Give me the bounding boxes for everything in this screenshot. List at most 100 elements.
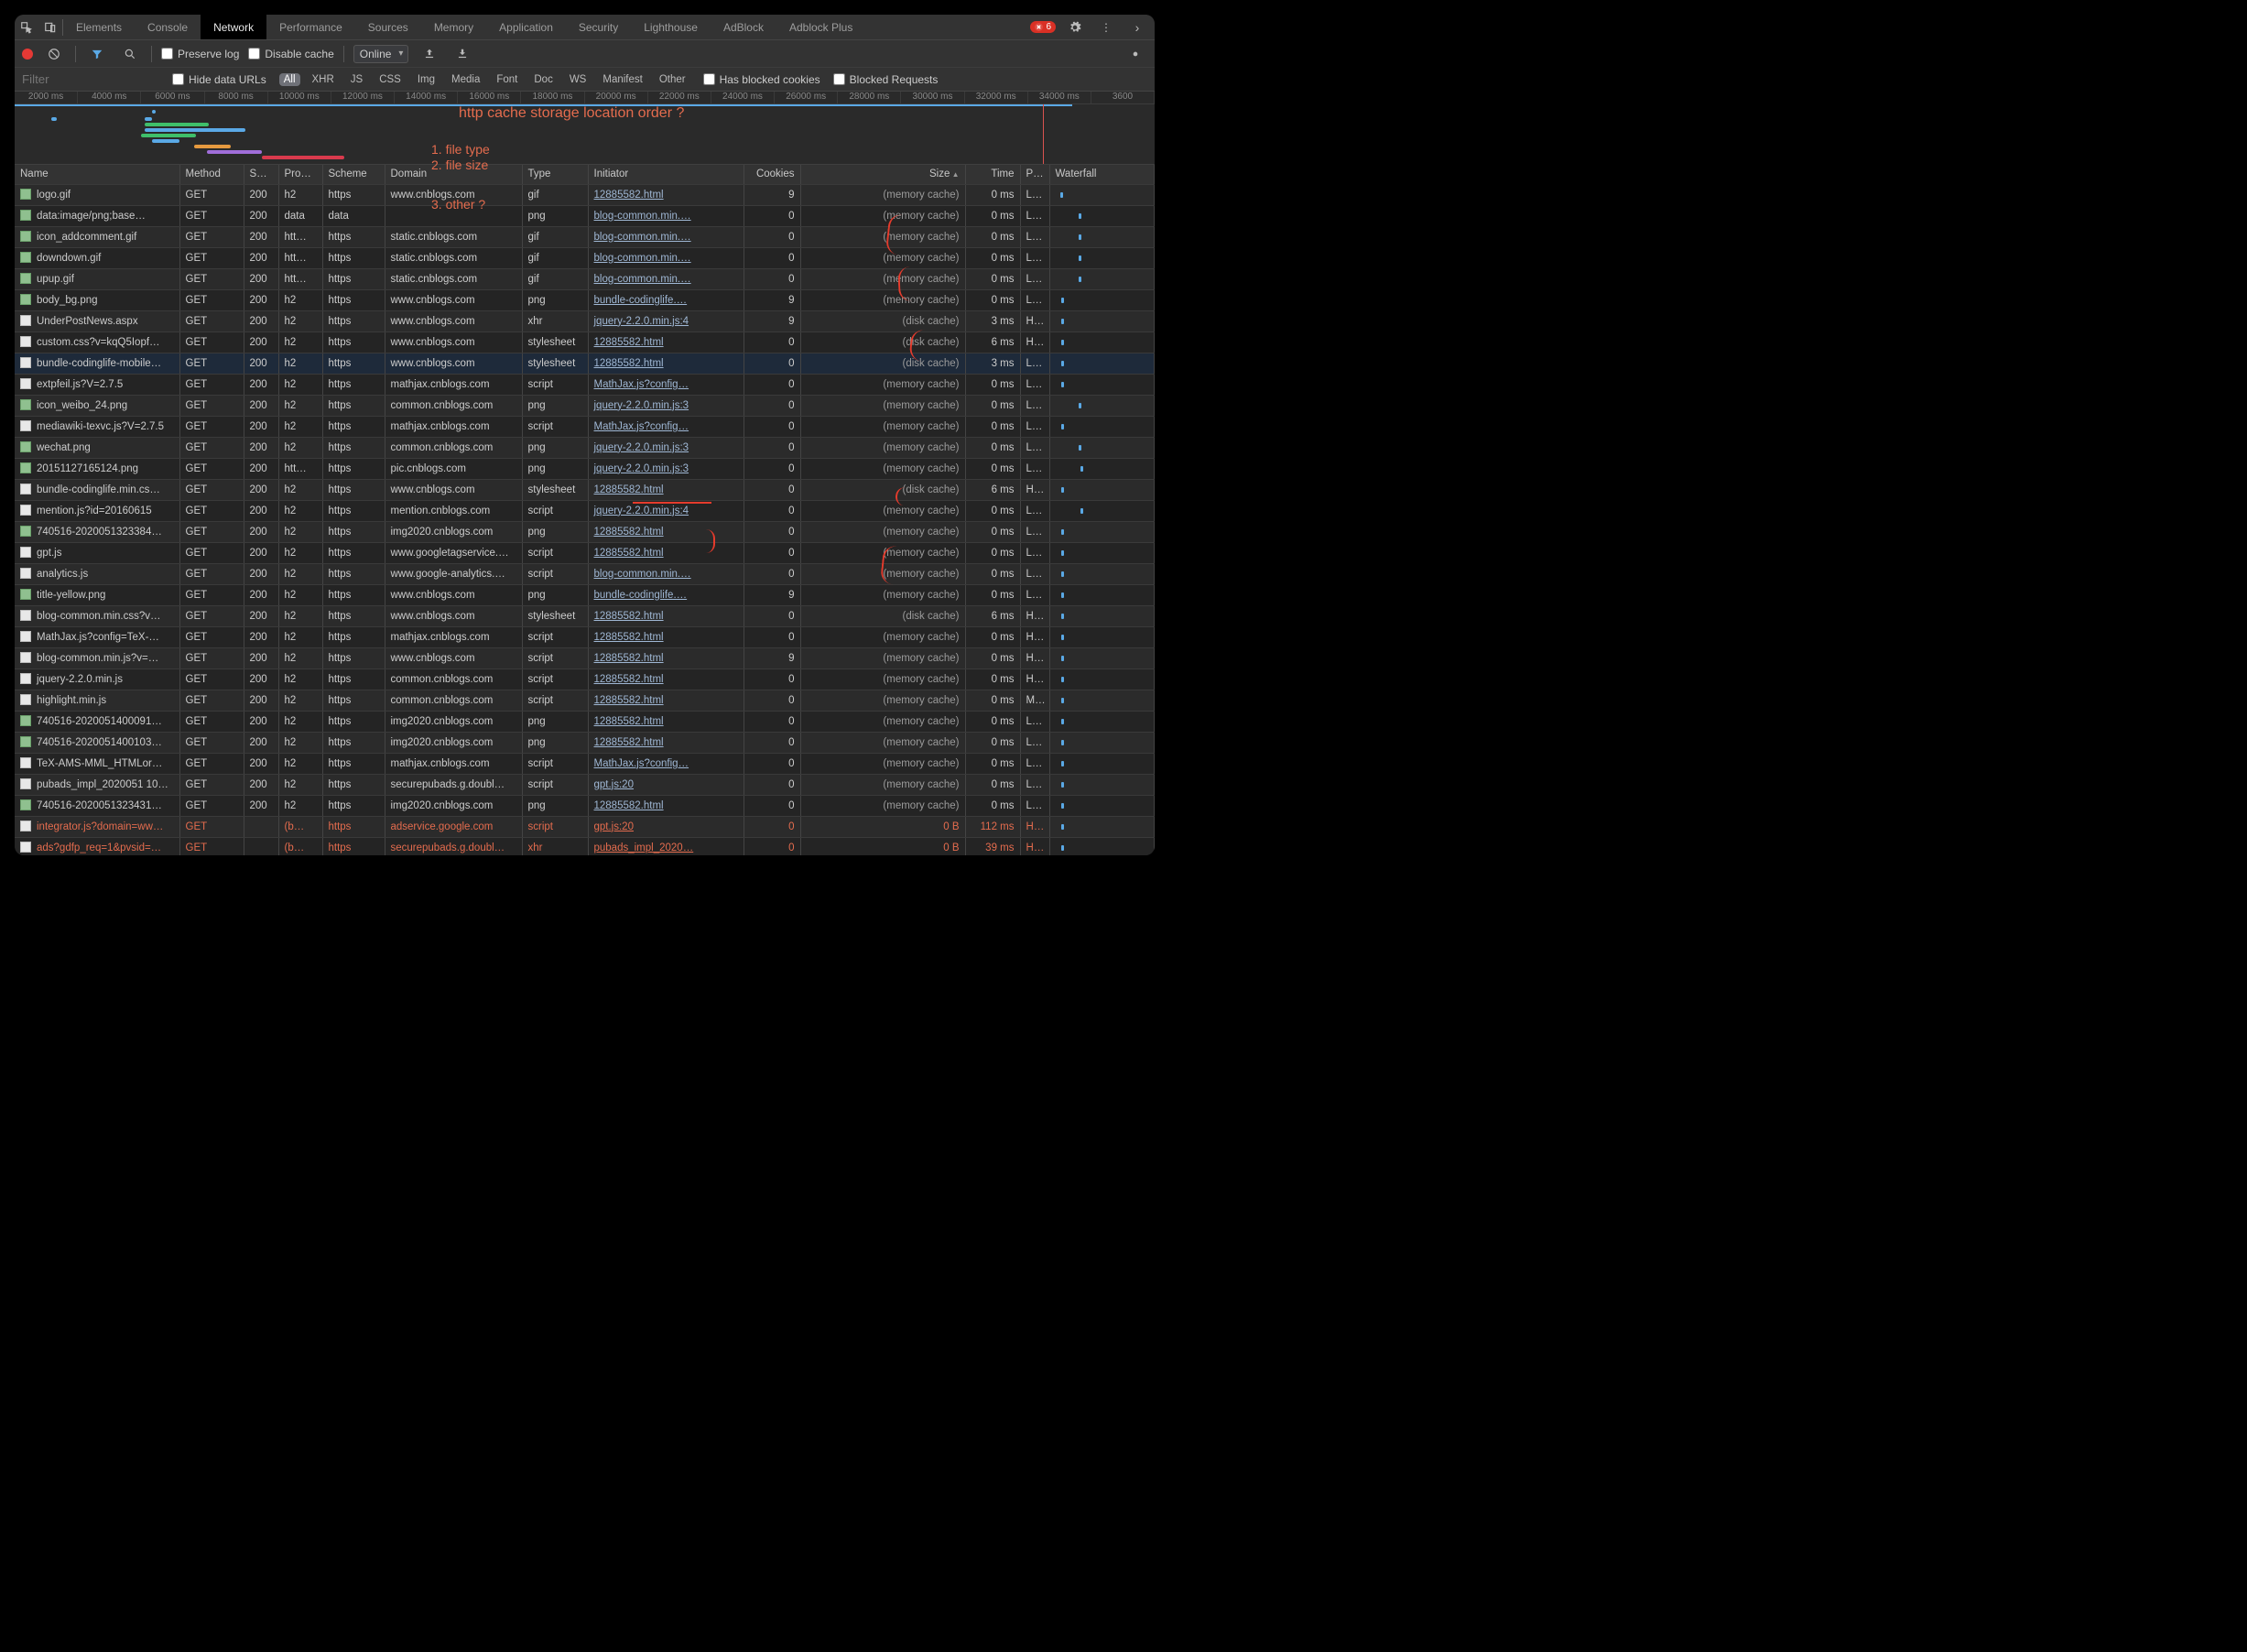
col-waterfall[interactable]: Waterfall — [1049, 165, 1155, 184]
col-method[interactable]: Method — [179, 165, 244, 184]
table-row[interactable]: title-yellow.pngGET200h2httpswww.cnblogs… — [15, 584, 1155, 605]
device-toggle-icon[interactable] — [38, 16, 62, 39]
initiator-link[interactable]: blog-common.min.… — [594, 274, 691, 285]
filter-input[interactable] — [22, 72, 159, 86]
close-icon[interactable]: › — [1125, 16, 1149, 39]
col-pro[interactable]: Pro… — [278, 165, 322, 184]
record-button[interactable] — [22, 49, 33, 60]
table-row[interactable]: mediawiki-texvc.js?V=2.7.5GET200h2httpsm… — [15, 416, 1155, 437]
table-row[interactable]: 20151127165124.pngGET200htt…httpspic.cnb… — [15, 458, 1155, 479]
initiator-link[interactable]: jquery-2.2.0.min.js:4 — [594, 505, 689, 516]
type-filter-xhr[interactable]: XHR — [308, 73, 339, 86]
table-row[interactable]: downdown.gifGET200htt…httpsstatic.cnblog… — [15, 247, 1155, 268]
type-filter-media[interactable]: Media — [447, 73, 484, 86]
initiator-link[interactable]: 12885582.html — [594, 548, 664, 559]
initiator-link[interactable]: bundle-codinglife.… — [594, 295, 688, 306]
table-row[interactable]: gpt.jsGET200h2httpswww.googletagservice.… — [15, 542, 1155, 563]
overview-timeline[interactable]: 2000 ms4000 ms6000 ms8000 ms10000 ms1200… — [15, 92, 1155, 165]
table-row[interactable]: 740516-2020051323431…GET200h2httpsimg202… — [15, 795, 1155, 816]
initiator-link[interactable]: MathJax.js?config… — [594, 421, 689, 432]
type-filter-all[interactable]: All — [279, 73, 300, 86]
tab-security[interactable]: Security — [566, 15, 631, 39]
initiator-link[interactable]: jquery-2.2.0.min.js:3 — [594, 463, 689, 474]
table-row[interactable]: TeX-AMS-MML_HTMLor…GET200h2httpsmathjax.… — [15, 753, 1155, 774]
initiator-link[interactable]: blog-common.min.… — [594, 253, 691, 264]
initiator-link[interactable]: jquery-2.2.0.min.js:3 — [594, 442, 689, 453]
tab-elements[interactable]: Elements — [63, 15, 135, 39]
tab-memory[interactable]: Memory — [421, 15, 486, 39]
table-row[interactable]: jquery-2.2.0.min.jsGET200h2httpscommon.c… — [15, 668, 1155, 690]
col-scheme[interactable]: Scheme — [322, 165, 385, 184]
initiator-link[interactable]: MathJax.js?config… — [594, 758, 689, 769]
type-filter-other[interactable]: Other — [655, 73, 690, 86]
initiator-link[interactable]: 12885582.html — [594, 695, 664, 706]
col-p[interactable]: P… — [1020, 165, 1049, 184]
table-row[interactable]: integrator.js?domain=ww…GET(b…httpsadser… — [15, 816, 1155, 837]
upload-har-icon[interactable] — [418, 42, 441, 66]
initiator-link[interactable]: 12885582.html — [594, 337, 664, 348]
table-row[interactable]: logo.gifGET200h2httpswww.cnblogs.comgif1… — [15, 184, 1155, 205]
table-row[interactable]: wechat.pngGET200h2httpscommon.cnblogs.co… — [15, 437, 1155, 458]
table-row[interactable]: MathJax.js?config=TeX-…GET200h2httpsmath… — [15, 626, 1155, 647]
gear-icon[interactable] — [1063, 16, 1087, 39]
initiator-link[interactable]: blog-common.min.… — [594, 569, 691, 580]
blocked-requests-checkbox[interactable]: Blocked Requests — [833, 73, 939, 86]
initiator-link[interactable]: 12885582.html — [594, 653, 664, 664]
initiator-link[interactable]: 12885582.html — [594, 611, 664, 622]
initiator-link[interactable]: bundle-codinglife.… — [594, 590, 688, 601]
download-har-icon[interactable] — [450, 42, 474, 66]
type-filter-css[interactable]: CSS — [374, 73, 406, 86]
tab-performance[interactable]: Performance — [266, 15, 355, 39]
inspect-icon[interactable] — [15, 16, 38, 39]
initiator-link[interactable]: 12885582.html — [594, 527, 664, 538]
tab-network[interactable]: Network — [201, 15, 266, 39]
col-s[interactable]: S… — [244, 165, 278, 184]
initiator-link[interactable]: 12885582.html — [594, 484, 664, 495]
hide-data-urls-checkbox[interactable]: Hide data URLs — [172, 73, 266, 86]
gear-icon[interactable] — [1124, 42, 1147, 66]
initiator-link[interactable]: MathJax.js?config… — [594, 379, 689, 390]
table-row[interactable]: mention.js?id=20160615GET200h2httpsmenti… — [15, 500, 1155, 521]
tab-sources[interactable]: Sources — [355, 15, 421, 39]
type-filter-ws[interactable]: WS — [565, 73, 592, 86]
col-domain[interactable]: Domain — [385, 165, 522, 184]
table-row[interactable]: blog-common.min.js?v=…GET200h2httpswww.c… — [15, 647, 1155, 668]
blocked-cookies-checkbox[interactable]: Has blocked cookies — [703, 73, 820, 86]
col-initiator[interactable]: Initiator — [588, 165, 744, 184]
type-filter-manifest[interactable]: Manifest — [598, 73, 646, 86]
table-row[interactable]: upup.gifGET200htt…httpsstatic.cnblogs.co… — [15, 268, 1155, 289]
search-icon[interactable] — [118, 42, 142, 66]
initiator-link[interactable]: 12885582.html — [594, 674, 664, 685]
type-filter-js[interactable]: JS — [346, 73, 367, 86]
throttle-select[interactable]: Online — [353, 45, 409, 63]
tab-adblock-plus[interactable]: Adblock Plus — [776, 15, 865, 39]
table-row[interactable]: icon_weibo_24.pngGET200h2httpscommon.cnb… — [15, 395, 1155, 416]
col-time[interactable]: Time — [965, 165, 1020, 184]
initiator-link[interactable]: pubads_impl_2020… — [594, 842, 694, 853]
table-row[interactable]: data:image/png;base…GET200datadatapngblo… — [15, 205, 1155, 226]
table-row[interactable]: blog-common.min.css?v…GET200h2httpswww.c… — [15, 605, 1155, 626]
table-row[interactable]: body_bg.pngGET200h2httpswww.cnblogs.comp… — [15, 289, 1155, 310]
initiator-link[interactable]: jquery-2.2.0.min.js:4 — [594, 316, 689, 327]
kebab-icon[interactable]: ⋮ — [1094, 16, 1118, 39]
col-cookies[interactable]: Cookies — [744, 165, 800, 184]
table-row[interactable]: ads?gdfp_req=1&pvsid=…GET(b…httpssecurep… — [15, 837, 1155, 855]
table-row[interactable]: 740516-2020051400103…GET200h2httpsimg202… — [15, 732, 1155, 753]
initiator-link[interactable]: jquery-2.2.0.min.js:3 — [594, 400, 689, 411]
table-row[interactable]: extpfeil.js?V=2.7.5GET200h2httpsmathjax.… — [15, 374, 1155, 395]
table-row[interactable]: bundle-codinglife.min.cs…GET200h2httpsww… — [15, 479, 1155, 500]
col-type[interactable]: Type — [522, 165, 588, 184]
clear-icon[interactable] — [42, 42, 66, 66]
preserve-log-checkbox[interactable]: Preserve log — [161, 48, 239, 60]
initiator-link[interactable]: 12885582.html — [594, 190, 664, 201]
initiator-link[interactable]: 12885582.html — [594, 632, 664, 643]
initiator-link[interactable]: gpt.js:20 — [594, 821, 634, 832]
table-row[interactable]: 740516-2020051400091…GET200h2httpsimg202… — [15, 711, 1155, 732]
initiator-link[interactable]: 12885582.html — [594, 737, 664, 748]
initiator-link[interactable]: 12885582.html — [594, 800, 664, 811]
initiator-link[interactable]: 12885582.html — [594, 358, 664, 369]
table-row[interactable]: custom.css?v=kqQ5Iopf…GET200h2httpswww.c… — [15, 331, 1155, 353]
col-name[interactable]: Name — [15, 165, 179, 184]
initiator-link[interactable]: gpt.js:20 — [594, 779, 634, 790]
type-filter-font[interactable]: Font — [492, 73, 522, 86]
